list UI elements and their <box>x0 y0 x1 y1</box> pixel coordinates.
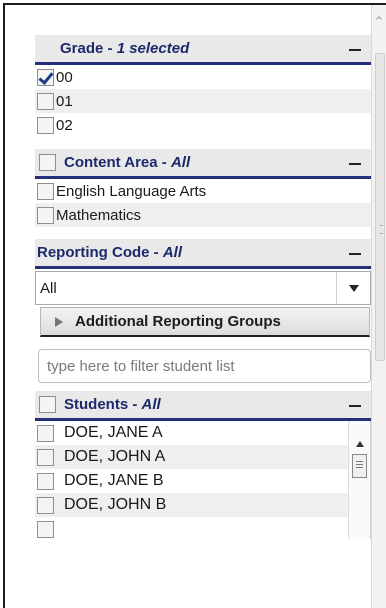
collapse-grade-icon[interactable] <box>349 49 361 51</box>
student-name: DOE, JOHN A <box>64 448 166 465</box>
reporting-code-section-header[interactable]: Reporting Code - All <box>35 239 371 269</box>
content-area-select-all-checkbox[interactable] <box>39 154 56 171</box>
reporting-code-selected-value: All <box>40 279 57 297</box>
content-area-option-ela[interactable]: English Language Arts <box>35 179 371 203</box>
student-row[interactable]: DOE, JANE A <box>35 421 370 445</box>
collapse-students-icon[interactable] <box>349 405 361 407</box>
additional-reporting-groups-label: Additional Reporting Groups <box>75 313 281 330</box>
grade-02-checkbox[interactable] <box>37 116 54 134</box>
student-name: DOE, JOHN B <box>64 496 167 513</box>
grade-option-02[interactable]: 02 <box>35 113 371 137</box>
expand-triangle-icon <box>55 316 63 327</box>
student-filter-placeholder: type here to filter student list <box>47 357 235 375</box>
scroll-grip-icon <box>380 225 383 234</box>
student-checkbox[interactable] <box>37 472 54 490</box>
grade-option-00[interactable]: 00 <box>35 65 371 89</box>
ela-checkbox[interactable] <box>37 182 54 200</box>
grade-option-label: 00 <box>56 68 73 86</box>
grade-01-checkbox[interactable] <box>37 92 54 110</box>
scroll-thumb[interactable] <box>352 454 367 478</box>
student-list-scrollbar[interactable] <box>348 421 370 539</box>
grade-option-01[interactable]: 01 <box>35 89 371 113</box>
reporting-code-select[interactable]: All <box>35 271 371 305</box>
panel-scrollbar[interactable] <box>371 5 386 608</box>
student-name: DOE, JANE B <box>64 472 164 489</box>
student-list[interactable]: DOE, JANE A DOE, JOHN A DOE, JANE B DOE,… <box>35 421 371 539</box>
collapse-reporting-code-icon[interactable] <box>349 253 361 255</box>
students-section-header[interactable]: Students - All <box>35 391 371 421</box>
content-area-option-math[interactable]: Mathematics <box>35 203 371 227</box>
filter-panel: Grade - 1 selected 00 01 02 Content Area… <box>35 35 371 539</box>
student-checkbox[interactable] <box>37 424 54 442</box>
grade-section-title: Grade - 1 selected <box>60 40 190 57</box>
student-checkbox[interactable] <box>37 448 54 466</box>
panel-scroll-thumb[interactable] <box>375 53 385 361</box>
student-row[interactable]: DOE, JOHN B <box>35 493 370 517</box>
grade-option-label: 02 <box>56 116 73 134</box>
grade-option-label: 01 <box>56 92 73 110</box>
student-filter-input[interactable]: type here to filter student list <box>38 349 371 383</box>
students-section-title: Students - All <box>64 396 161 413</box>
scroll-up-arrow-icon[interactable] <box>356 441 364 447</box>
students-select-all-checkbox[interactable] <box>39 396 56 413</box>
grade-section-header[interactable]: Grade - 1 selected <box>35 35 371 65</box>
grade-00-checkbox[interactable] <box>37 68 54 86</box>
content-area-section-header[interactable]: Content Area - All <box>35 149 371 179</box>
scroll-up-icon[interactable] <box>376 16 382 22</box>
reporting-code-section-title: Reporting Code - All <box>37 244 182 261</box>
content-area-option-label: Mathematics <box>56 206 142 224</box>
student-row[interactable]: DOE, JANE B <box>35 469 370 493</box>
student-checkbox[interactable] <box>37 520 54 538</box>
dropdown-arrow-icon[interactable] <box>336 272 370 304</box>
content-area-section-title: Content Area - All <box>64 154 191 171</box>
student-name: DOE, JANE A <box>64 424 163 441</box>
student-row-partial[interactable] <box>35 517 370 539</box>
content-area-option-label: English Language Arts <box>56 182 207 200</box>
collapse-content-area-icon[interactable] <box>349 163 361 165</box>
student-checkbox[interactable] <box>37 496 54 514</box>
filter-panel-frame: Grade - 1 selected 00 01 02 Content Area… <box>3 3 386 608</box>
math-checkbox[interactable] <box>37 206 54 224</box>
student-row[interactable]: DOE, JOHN A <box>35 445 370 469</box>
additional-reporting-groups-button[interactable]: Additional Reporting Groups <box>40 307 370 337</box>
